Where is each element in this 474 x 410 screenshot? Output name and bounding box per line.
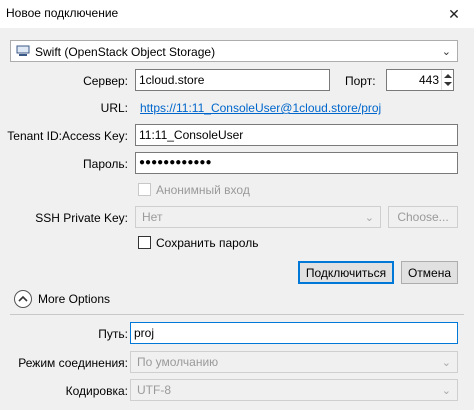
- encoding-label: Кодировка:: [65, 384, 128, 398]
- connect-button[interactable]: Подключиться: [298, 261, 394, 284]
- connect-mode-label: Режим соединения:: [18, 356, 128, 370]
- port-stepper[interactable]: 443: [386, 69, 454, 91]
- ssh-key-label: SSH Private Key:: [35, 211, 128, 225]
- tenant-input[interactable]: 11:11_ConsoleUser: [135, 124, 458, 146]
- ssh-key-select[interactable]: Нет ⌄: [135, 206, 381, 228]
- protocol-value: Swift (OpenStack Object Storage): [35, 45, 216, 59]
- path-label: Путь:: [98, 327, 128, 341]
- stepper-down-icon[interactable]: [444, 82, 452, 86]
- more-options-label[interactable]: More Options: [38, 292, 110, 306]
- port-value: 443: [418, 73, 439, 87]
- tenant-label: Tenant ID:Access Key:: [7, 129, 128, 143]
- chevron-down-icon: ⌄: [441, 357, 451, 369]
- password-label: Пароль:: [83, 157, 128, 171]
- window-title: Новое подключение: [6, 6, 119, 20]
- collapse-icon[interactable]: [14, 290, 32, 308]
- encoding-select[interactable]: UTF-8 ⌄: [130, 379, 458, 401]
- title-bar: Новое подключение ✕: [0, 0, 474, 28]
- stepper-up-icon[interactable]: [444, 74, 452, 78]
- url-label: URL:: [100, 101, 128, 115]
- chevron-down-icon: ⌄: [364, 212, 374, 224]
- path-input[interactable]: proj: [130, 322, 458, 344]
- port-label: Порт:: [345, 74, 376, 88]
- url-link[interactable]: https://11:11_ConsoleUser@1cloud.store/p…: [140, 101, 381, 115]
- connect-mode-select[interactable]: По умолчанию ⌄: [130, 351, 458, 373]
- chevron-down-icon: ⌄: [441, 46, 451, 58]
- server-icon: [16, 45, 30, 57]
- stepper-arrows[interactable]: [441, 70, 453, 90]
- save-password-label: Сохранить пароль: [156, 236, 259, 250]
- chevron-down-icon: ⌄: [441, 385, 451, 397]
- close-icon: ✕: [448, 5, 460, 22]
- password-input[interactable]: ●●●●●●●●●●●●: [135, 152, 458, 174]
- encoding-value: UTF-8: [137, 383, 171, 397]
- anonymous-checkbox[interactable]: [138, 183, 151, 196]
- choose-key-button[interactable]: Choose...: [388, 206, 458, 228]
- anonymous-label: Анонимный вход: [156, 183, 250, 197]
- server-label: Сервер:: [83, 74, 128, 88]
- close-button[interactable]: ✕: [434, 0, 474, 28]
- save-password-checkbox[interactable]: [138, 236, 151, 249]
- connect-mode-value: По умолчанию: [137, 355, 219, 369]
- protocol-select[interactable]: Swift (OpenStack Object Storage) ⌄: [10, 40, 458, 62]
- divider: [10, 314, 464, 315]
- cancel-button[interactable]: Отмена: [401, 261, 458, 284]
- server-input[interactable]: 1cloud.store: [135, 69, 330, 91]
- ssh-key-value: Нет: [142, 210, 163, 224]
